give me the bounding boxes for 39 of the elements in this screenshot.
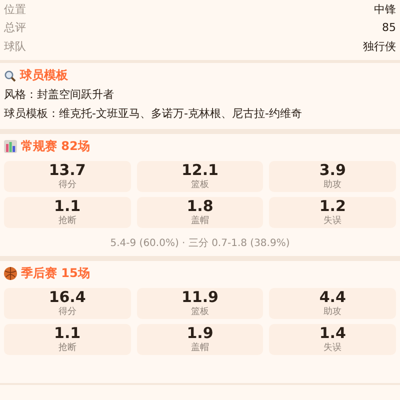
stat-label: 抢断 — [58, 214, 76, 226]
stat-value: 1.1 — [54, 198, 81, 214]
stat-value: 1.8 — [186, 198, 214, 214]
shooting-summary: 5.4-9 (60.0%) · 三分 0.7-1.8 (38.9%) — [109, 236, 291, 250]
stat-value: 13.7 — [48, 162, 86, 178]
search-icon — [4, 70, 16, 82]
info-label: 位置 — [4, 2, 26, 17]
stat-label: 盖帽 — [190, 342, 209, 354]
stat-value: 16.4 — [48, 288, 86, 306]
stat-label: 失误 — [324, 214, 342, 226]
stat-value: 3.9 — [319, 162, 346, 178]
card-title: 球员模板 — [20, 67, 68, 84]
template-line: 风格：封盖空间跃升者 — [4, 86, 115, 102]
bar-chart-icon — [4, 140, 17, 153]
stat-label: 助攻 — [324, 306, 342, 318]
stat-value: 1.9 — [186, 324, 214, 342]
info-value: 独行侠 — [363, 38, 396, 54]
template-line: 球员模板：维克托-文班亚马、多诺万-克林根、尼古拉-约维奇 — [4, 106, 303, 122]
stat-label: 篮板 — [190, 178, 209, 190]
stat-label: 篮板 — [190, 306, 209, 318]
card-title: 常规赛 82场 — [21, 138, 90, 155]
stat-label: 盖帽 — [190, 214, 209, 226]
stat-value: 12.1 — [181, 162, 218, 178]
stat-value: 1.1 — [54, 324, 81, 342]
stat-value: 1.2 — [319, 198, 346, 214]
info-value: 85 — [382, 21, 396, 34]
info-value: 中锋 — [374, 2, 396, 17]
stat-label: 得分 — [58, 306, 76, 318]
stat-label: 抢断 — [58, 342, 76, 354]
stat-label: 得分 — [58, 178, 76, 190]
stat-value: 1.4 — [319, 324, 346, 342]
info-label: 总评 — [4, 20, 26, 36]
stat-label: 失误 — [324, 342, 342, 354]
basketball-icon — [4, 267, 17, 280]
stat-value: 11.9 — [181, 288, 218, 306]
stat-value: 4.4 — [319, 288, 346, 306]
card-title: 季后赛 15场 — [21, 265, 90, 282]
info-label: 球队 — [4, 38, 26, 54]
stat-label: 助攻 — [324, 178, 342, 190]
